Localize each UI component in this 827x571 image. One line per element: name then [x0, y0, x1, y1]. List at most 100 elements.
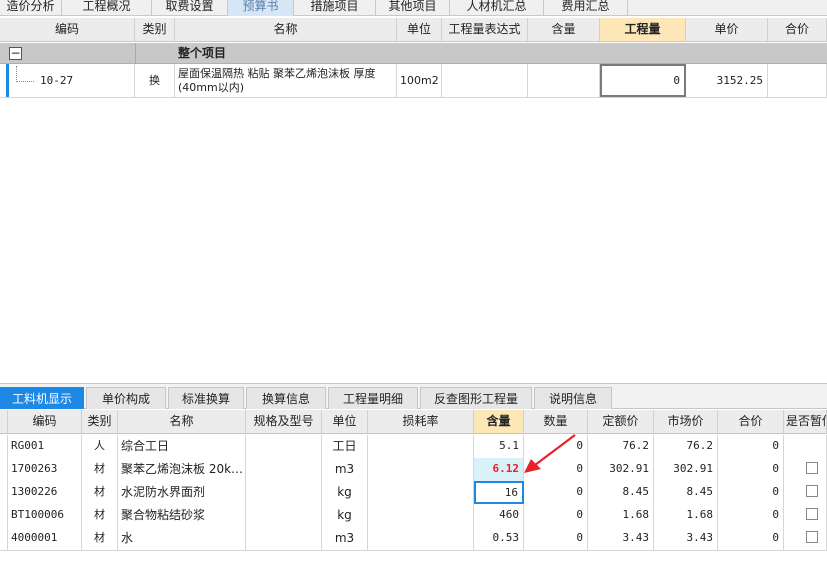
- tab-cost-analysis[interactable]: 造价分析: [0, 0, 62, 16]
- tab-conversion-info[interactable]: 换算信息: [246, 387, 326, 409]
- tab-unit-price-composition[interactable]: 单价构成: [86, 387, 166, 409]
- col-name[interactable]: 名称: [118, 410, 246, 433]
- cell-expression[interactable]: [442, 64, 528, 97]
- cell-spec[interactable]: [246, 435, 322, 458]
- cell-type[interactable]: 材: [82, 458, 118, 481]
- tab-labor-material-display[interactable]: 工料机显示: [0, 387, 84, 409]
- col-provisional[interactable]: 是否暂估: [784, 410, 827, 433]
- table-row[interactable]: RG001 人 综合工日 工日 5.1 0 76.2 76.2 0: [0, 435, 827, 459]
- cell-total[interactable]: 0: [718, 481, 784, 504]
- cell-spec[interactable]: [246, 458, 322, 481]
- cell-unit[interactable]: m3: [322, 458, 368, 481]
- group-row-whole-project[interactable]: − 整个项目: [0, 43, 827, 64]
- col-quantity[interactable]: 工程量: [600, 18, 686, 41]
- cell-name[interactable]: 聚苯乙烯泡沫板 20k…: [118, 458, 246, 481]
- cell-market-price[interactable]: 76.2: [654, 435, 718, 458]
- col-loss-rate[interactable]: 损耗率: [368, 410, 474, 433]
- col-content[interactable]: 含量: [474, 410, 524, 433]
- cell-unit[interactable]: m3: [322, 527, 368, 550]
- col-code[interactable]: 编码: [0, 18, 135, 41]
- cell-spec[interactable]: [246, 481, 322, 504]
- cell-quota-price[interactable]: 8.45: [588, 481, 654, 504]
- cell-loss-rate[interactable]: [368, 435, 474, 458]
- cell-type[interactable]: 材: [82, 527, 118, 550]
- cell-market-price[interactable]: 3.43: [654, 527, 718, 550]
- cell-quota-price[interactable]: 76.2: [588, 435, 654, 458]
- cell-market-price[interactable]: 8.45: [654, 481, 718, 504]
- col-unit[interactable]: 单位: [322, 410, 368, 433]
- cell-quota-price[interactable]: 302.91: [588, 458, 654, 481]
- cell-total[interactable]: 0: [718, 504, 784, 527]
- cell-type[interactable]: 换: [135, 64, 175, 97]
- cell-code[interactable]: 1300226: [8, 481, 82, 504]
- cell-type[interactable]: 材: [82, 504, 118, 527]
- provisional-checkbox[interactable]: [806, 485, 818, 497]
- provisional-checkbox[interactable]: [806, 462, 818, 474]
- cell-code[interactable]: 1700263: [8, 458, 82, 481]
- col-quantity[interactable]: 数量: [524, 410, 588, 433]
- col-content[interactable]: 含量: [528, 18, 600, 41]
- cell-total[interactable]: [768, 64, 827, 97]
- cell-total[interactable]: 0: [718, 458, 784, 481]
- cell-unit[interactable]: 工日: [322, 435, 368, 458]
- cell-code[interactable]: BT100006: [8, 504, 82, 527]
- cell-content[interactable]: 460: [474, 504, 524, 527]
- provisional-checkbox[interactable]: [806, 508, 818, 520]
- cell-code[interactable]: 10-27: [0, 64, 135, 97]
- cell-quantity[interactable]: 0: [524, 504, 588, 527]
- col-market-price[interactable]: 市场价: [654, 410, 718, 433]
- cell-code[interactable]: RG001: [8, 435, 82, 458]
- tab-reverse-graphic-quantity[interactable]: 反查图形工程量: [420, 387, 532, 409]
- cell-quota-price[interactable]: 1.68: [588, 504, 654, 527]
- cell-loss-rate[interactable]: [368, 504, 474, 527]
- col-total[interactable]: 合价: [768, 18, 827, 41]
- tab-labor-material-summary[interactable]: 人材机汇总: [450, 0, 544, 16]
- quantity-input[interactable]: 0: [600, 64, 686, 97]
- cell-quantity[interactable]: 0: [524, 527, 588, 550]
- tab-other-items[interactable]: 其他项目: [376, 0, 450, 16]
- cell-loss-rate[interactable]: [368, 481, 474, 504]
- cell-market-price[interactable]: 1.68: [654, 504, 718, 527]
- collapse-toggle-icon[interactable]: −: [9, 47, 22, 60]
- col-total[interactable]: 合价: [718, 410, 784, 433]
- cell-loss-rate[interactable]: [368, 458, 474, 481]
- table-row[interactable]: BT100006 材 聚合物粘结砂浆 kg 460 0 1.68 1.68 0: [0, 504, 827, 528]
- table-row[interactable]: 1700263 材 聚苯乙烯泡沫板 20k… m3 6.12 0 302.91 …: [0, 458, 827, 482]
- cell-code[interactable]: 4000001: [8, 527, 82, 550]
- tab-quantity-detail[interactable]: 工程量明细: [328, 387, 418, 409]
- col-type[interactable]: 类别: [82, 410, 118, 433]
- budget-item-row[interactable]: 10-27 换 屋面保温隔热 粘贴 聚苯乙烯泡沫板 厚度(40mm以内) 100…: [0, 64, 827, 98]
- provisional-checkbox[interactable]: [806, 531, 818, 543]
- tab-project-overview[interactable]: 工程概况: [62, 0, 152, 16]
- tab-measures[interactable]: 措施项目: [294, 0, 376, 16]
- cell-name[interactable]: 水泥防水界面剂: [118, 481, 246, 504]
- cell-unit-price[interactable]: 3152.25: [686, 64, 768, 97]
- cell-unit[interactable]: kg: [322, 504, 368, 527]
- tab-standard-conversion[interactable]: 标准换算: [168, 387, 244, 409]
- cell-name[interactable]: 水: [118, 527, 246, 550]
- content-input-active[interactable]: 16: [474, 481, 524, 504]
- col-unit-price[interactable]: 单价: [686, 18, 768, 41]
- table-row[interactable]: 1300226 材 水泥防水界面剂 kg 16 0 8.45 8.45 0: [0, 481, 827, 505]
- cell-name[interactable]: 屋面保温隔热 粘贴 聚苯乙烯泡沫板 厚度(40mm以内): [175, 64, 397, 97]
- tab-description-info[interactable]: 说明信息: [534, 387, 612, 409]
- col-code[interactable]: 编码: [8, 410, 82, 433]
- cell-total[interactable]: 0: [718, 527, 784, 550]
- cell-quantity[interactable]: 0: [524, 481, 588, 504]
- cell-market-price[interactable]: 302.91: [654, 458, 718, 481]
- col-name[interactable]: 名称: [175, 18, 397, 41]
- col-quota-price[interactable]: 定额价: [588, 410, 654, 433]
- cell-loss-rate[interactable]: [368, 527, 474, 550]
- col-spec[interactable]: 规格及型号: [246, 410, 322, 433]
- cell-spec[interactable]: [246, 527, 322, 550]
- cell-type[interactable]: 材: [82, 481, 118, 504]
- col-unit[interactable]: 单位: [397, 18, 442, 41]
- cell-unit[interactable]: 100m2: [397, 64, 442, 97]
- cell-type[interactable]: 人: [82, 435, 118, 458]
- tab-budget[interactable]: 预算书: [228, 0, 294, 16]
- col-type[interactable]: 类别: [135, 18, 175, 41]
- col-expression[interactable]: 工程量表达式: [442, 18, 528, 41]
- cell-name[interactable]: 聚合物粘结砂浆: [118, 504, 246, 527]
- cell-content[interactable]: [528, 64, 600, 97]
- cell-quota-price[interactable]: 3.43: [588, 527, 654, 550]
